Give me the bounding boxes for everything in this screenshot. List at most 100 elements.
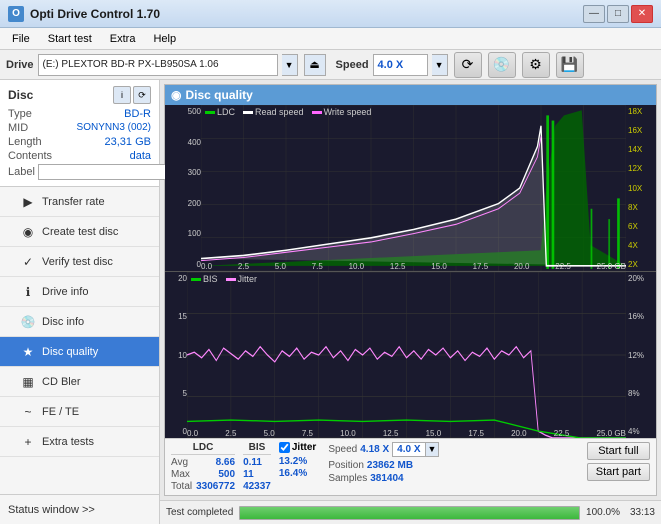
drive-dropdown-arrow[interactable]: ▼: [282, 54, 298, 76]
status-text: Test completed: [166, 507, 233, 518]
chart-top-y-left: 500 400 300 200 100 0: [165, 105, 201, 271]
spin-button[interactable]: ⟳: [454, 52, 482, 78]
close-button[interactable]: ✕: [631, 5, 653, 23]
chart-top-y-right: 18X 16X 14X 12X 10X 8X 6X 4X 2X: [626, 105, 656, 271]
legend-read-speed: Read speed: [243, 107, 304, 117]
sidebar-item-label: Verify test disc: [42, 256, 113, 268]
speed-select[interactable]: 4.0 X: [373, 54, 428, 76]
save-button[interactable]: 💾: [556, 52, 584, 78]
sidebar-item-label: Transfer rate: [42, 196, 105, 208]
write-speed-legend-label: Write speed: [324, 107, 372, 117]
legend-bis: BIS: [191, 274, 218, 284]
sidebar-item-fe-te[interactable]: ~ FE / TE: [0, 397, 159, 427]
chart-top-legend: LDC Read speed Write speed: [205, 107, 371, 117]
sidebar-item-create-test-disc[interactable]: ◉ Create test disc: [0, 217, 159, 247]
settings-button[interactable]: ⚙: [522, 52, 550, 78]
speed-box-arrow[interactable]: ▼: [426, 442, 440, 457]
legend-write-speed: Write speed: [312, 107, 372, 117]
drive-eject-button[interactable]: ⏏: [304, 54, 326, 76]
disc-mid-value: SONYNN3 (002): [77, 122, 151, 134]
avg-label: Avg: [171, 457, 188, 468]
sidebar-item-verify-test-disc[interactable]: ✓ Verify test disc: [0, 247, 159, 277]
chart-title: Disc quality: [185, 88, 252, 102]
legend-ldc: LDC: [205, 107, 235, 117]
chart-panel: ◉ Disc quality LDC Read speed: [164, 84, 657, 496]
disc-length-label: Length: [8, 136, 42, 148]
maximize-button[interactable]: □: [607, 5, 629, 23]
status-window-label: Status window >>: [8, 504, 95, 516]
chart-header: ◉ Disc quality: [165, 85, 656, 105]
sidebar-item-drive-info[interactable]: ℹ Drive info: [0, 277, 159, 307]
jitter-checkbox[interactable]: [279, 442, 290, 453]
disc-refresh-button[interactable]: ⟳: [133, 86, 151, 104]
speed-dropdown-arrow[interactable]: ▼: [432, 54, 448, 76]
menubar: File Start test Extra Help: [0, 28, 661, 50]
start-part-button[interactable]: Start part: [587, 463, 650, 481]
sidebar-item-cd-bler[interactable]: ▦ CD Bler: [0, 367, 159, 397]
ldc-legend-dot: [205, 111, 215, 114]
menu-help[interactable]: Help: [145, 31, 184, 47]
progress-bar: [239, 506, 580, 520]
avg-bis-value: 0.11: [243, 457, 262, 468]
progress-area: Test completed 100.0% 33:13: [160, 500, 661, 524]
fe-te-icon: ~: [20, 404, 36, 420]
drive-info-icon: ℹ: [20, 284, 36, 300]
drive-select[interactable]: (E:) PLEXTOR BD-R PX-LB950SA 1.06: [38, 54, 278, 76]
speed-stat-select[interactable]: 4.0 X ▼: [392, 442, 439, 457]
total-label: Total: [171, 481, 192, 492]
disc-type-value: BD-R: [124, 108, 151, 120]
speed-stat-value: 4.18 X: [360, 444, 389, 455]
speed-stat-label: Speed: [328, 444, 357, 455]
bis-header: BIS: [243, 442, 271, 455]
max-label: Max: [171, 469, 190, 480]
verify-test-disc-icon: ✓: [20, 254, 36, 270]
sidebar-item-label: Disc quality: [42, 346, 98, 358]
sidebar-item-transfer-rate[interactable]: ▶ Transfer rate: [0, 187, 159, 217]
speed-box-value: 4.0 X: [392, 442, 425, 457]
window-controls: — □ ✕: [583, 5, 653, 23]
sidebar-item-label: FE / TE: [42, 406, 79, 418]
total-bis-value: 42337: [243, 481, 271, 492]
disc-mid-label: MID: [8, 122, 28, 134]
ldc-header: LDC: [171, 442, 235, 455]
avg-jitter-value: 13.2%: [279, 456, 307, 467]
status-window-button[interactable]: Status window >>: [0, 494, 159, 524]
content-area: ◉ Disc quality LDC Read speed: [160, 80, 661, 524]
bis-stats: BIS 0.11 11 42337: [243, 442, 271, 492]
menu-start-test[interactable]: Start test: [40, 31, 100, 47]
disc-image-button[interactable]: 💿: [488, 52, 516, 78]
chart-bottom-y-right: 20% 16% 12% 8% 4%: [626, 272, 656, 438]
ldc-legend-label: LDC: [217, 107, 235, 117]
minimize-button[interactable]: —: [583, 5, 605, 23]
max-jitter-value: 16.4%: [279, 468, 307, 479]
create-test-disc-icon: ◉: [20, 224, 36, 240]
chart-top: LDC Read speed Write speed 500: [165, 105, 656, 272]
main-area: Disc i ⟳ Type BD-R MID SONYNN3 (002) Len…: [0, 80, 661, 524]
drivebar: Drive (E:) PLEXTOR BD-R PX-LB950SA 1.06 …: [0, 50, 661, 80]
jitter-checkbox-row[interactable]: Jitter: [279, 442, 316, 453]
read-speed-legend-dot: [243, 111, 253, 114]
disc-label-input[interactable]: [38, 164, 176, 180]
sidebar-item-disc-info[interactable]: 💿 Disc info: [0, 307, 159, 337]
sidebar: Disc i ⟳ Type BD-R MID SONYNN3 (002) Len…: [0, 80, 160, 524]
drive-label: Drive: [6, 59, 34, 71]
menu-extra[interactable]: Extra: [102, 31, 144, 47]
disc-length-value: 23,31 GB: [105, 136, 151, 148]
avg-ldc-value: 8.66: [216, 457, 235, 468]
stats-bar: LDC Avg8.66 Max500 Total3306772 BIS 0.11…: [165, 438, 656, 495]
sidebar-item-label: Drive info: [42, 286, 88, 298]
sidebar-item-extra-tests[interactable]: + Extra tests: [0, 427, 159, 457]
disc-panel: Disc i ⟳ Type BD-R MID SONYNN3 (002) Len…: [0, 80, 159, 187]
action-buttons: Start full Start part: [587, 442, 650, 481]
speed-value: 4.0 X: [378, 59, 404, 71]
disc-info-button[interactable]: i: [113, 86, 131, 104]
position-label: Position: [328, 460, 364, 471]
disc-quality-icon: ★: [20, 344, 36, 360]
position-value: 23862 MB: [367, 460, 413, 471]
menu-file[interactable]: File: [4, 31, 38, 47]
start-full-button[interactable]: Start full: [587, 442, 650, 460]
sidebar-item-disc-quality[interactable]: ★ Disc quality: [0, 337, 159, 367]
disc-contents-value: data: [130, 150, 151, 162]
disc-contents-label: Contents: [8, 150, 52, 162]
samples-value: 381404: [370, 473, 403, 484]
